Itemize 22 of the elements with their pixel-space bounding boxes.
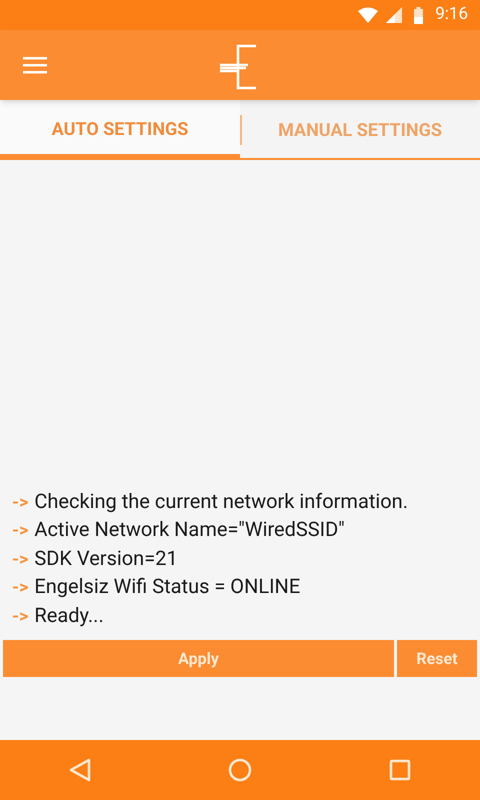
menu-icon[interactable] bbox=[23, 56, 47, 74]
log-line: Ready... bbox=[34, 602, 104, 628]
logo-icon bbox=[218, 44, 258, 90]
arrow-marker: -> bbox=[12, 604, 28, 628]
back-icon[interactable] bbox=[69, 758, 91, 782]
log-line: Checking the current network information. bbox=[34, 488, 408, 514]
tab[interactable]: MANUAL SETTINGS bbox=[240, 100, 480, 160]
clock-time: 9:16 bbox=[435, 3, 468, 26]
signal-icon bbox=[386, 7, 402, 23]
arrow-marker: -> bbox=[12, 576, 28, 600]
wifi-icon bbox=[358, 7, 378, 23]
apply-button[interactable]: Apply bbox=[3, 640, 394, 677]
log-line: SDK Version=21 bbox=[34, 544, 178, 571]
log-line: Active Network Name="WiredSSID" bbox=[34, 516, 345, 542]
reset-button[interactable]: Reset bbox=[397, 640, 477, 677]
recents-icon[interactable] bbox=[389, 759, 411, 781]
battery-icon bbox=[414, 6, 424, 24]
arrow-marker: -> bbox=[12, 490, 28, 514]
arrow-marker: -> bbox=[12, 519, 28, 543]
home-icon[interactable] bbox=[228, 758, 252, 782]
log-line: Engelsiz Wifi Status = ONLINE bbox=[34, 573, 300, 600]
arrow-marker: -> bbox=[12, 548, 28, 572]
